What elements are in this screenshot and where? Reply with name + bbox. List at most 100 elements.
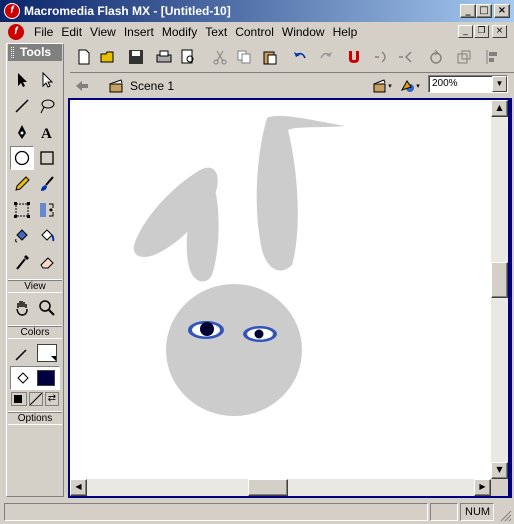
undo-button[interactable]: [290, 47, 310, 67]
swap-colors-button[interactable]: ⇄: [45, 392, 59, 406]
stroke-color-label: [10, 342, 34, 366]
eyedropper-tool[interactable]: [10, 250, 34, 274]
panel-grip-icon[interactable]: [11, 47, 14, 58]
menu-window[interactable]: Window: [278, 25, 329, 39]
fill-transform-icon: [40, 203, 54, 217]
view-section-label: View: [8, 280, 62, 293]
copy-button[interactable]: [234, 47, 254, 67]
arrow-tool[interactable]: [10, 68, 34, 92]
no-color-icon: [29, 392, 43, 406]
pen-tool[interactable]: [10, 120, 34, 144]
rotate-button[interactable]: [426, 47, 446, 67]
scroll-right-button[interactable]: ▶: [474, 479, 491, 496]
smooth-icon: [375, 51, 386, 63]
fill-transform-tool[interactable]: [35, 198, 59, 222]
doc-restore-button[interactable]: ❐: [474, 25, 489, 38]
align-button[interactable]: [482, 47, 502, 67]
snap-button[interactable]: [344, 47, 364, 67]
new-button[interactable]: [74, 47, 94, 67]
window-title: Macromedia Flash MX - [Untitled-10]: [24, 4, 231, 18]
left-eye-pupil: [200, 322, 214, 336]
horizontal-scroll-thumb[interactable]: [248, 479, 288, 496]
edit-symbols-button[interactable]: ▾: [398, 76, 422, 96]
rectangle-tool[interactable]: [35, 146, 59, 170]
open-folder-icon: [100, 51, 114, 63]
doc-minimize-button[interactable]: _: [458, 25, 473, 38]
right-ear-shape: [256, 115, 345, 271]
chevron-down-icon[interactable]: ▼: [492, 76, 507, 92]
minimize-button[interactable]: _: [460, 4, 476, 18]
hand-icon: [16, 301, 28, 316]
subselect-tool[interactable]: [35, 68, 59, 92]
save-button[interactable]: [126, 47, 146, 67]
oval-tool[interactable]: [10, 146, 34, 170]
doc-close-button[interactable]: ×: [492, 25, 507, 38]
drawing[interactable]: [70, 100, 491, 479]
back-arrow-icon: [76, 81, 88, 91]
scroll-left-button[interactable]: ◀: [70, 479, 87, 496]
clapper-icon: [109, 79, 123, 93]
paint-bucket-tool[interactable]: [35, 224, 59, 248]
new-file-icon: [78, 49, 90, 65]
edit-scene-button[interactable]: ▾: [370, 76, 394, 96]
pencil-tool[interactable]: [10, 172, 34, 196]
smooth-button[interactable]: [372, 47, 392, 67]
menu-bar: f File Edit View Insert Modify Text Control Win…: [0, 22, 514, 42]
maximize-button[interactable]: □: [476, 4, 492, 18]
fill-color-row[interactable]: [10, 366, 60, 390]
text-tool[interactable]: A: [35, 120, 59, 144]
zoom-select[interactable]: 200% ▼: [428, 75, 508, 93]
ink-bottle-tool[interactable]: [10, 224, 34, 248]
close-button[interactable]: ×: [494, 4, 510, 18]
menu-control[interactable]: Control: [231, 25, 278, 39]
menu-text[interactable]: Text: [201, 25, 231, 39]
resize-grip-icon[interactable]: [498, 508, 512, 522]
line-tool[interactable]: [10, 94, 34, 118]
open-button[interactable]: [98, 47, 118, 67]
status-message: [4, 503, 428, 521]
redo-button[interactable]: [316, 47, 336, 67]
eraser-tool[interactable]: [35, 250, 59, 274]
zoom-value: 200%: [432, 78, 458, 89]
menu-modify[interactable]: Modify: [158, 25, 201, 39]
back-button[interactable]: [72, 76, 92, 96]
menu-insert[interactable]: Insert: [120, 25, 158, 39]
print-preview-button[interactable]: [178, 47, 198, 67]
horizontal-scrollbar[interactable]: ◀ ▶: [70, 479, 491, 496]
black-white-button[interactable]: [11, 392, 27, 406]
no-color-button[interactable]: [29, 392, 43, 406]
fill-bucket-icon: [17, 372, 29, 384]
document-icon[interactable]: f: [8, 24, 24, 40]
arrow-icon: [18, 73, 27, 87]
arrow-up-icon: ▲: [496, 103, 503, 112]
vertical-scroll-thumb[interactable]: [491, 262, 508, 298]
brush-tool[interactable]: [35, 172, 59, 196]
cut-button[interactable]: [210, 47, 230, 67]
tools-header[interactable]: Tools: [8, 44, 62, 61]
flash-logo-icon[interactable]: f: [4, 3, 20, 19]
arrow-left-icon: ◀: [75, 482, 82, 491]
free-transform-tool[interactable]: [10, 198, 34, 222]
hand-tool[interactable]: [10, 296, 34, 320]
stroke-color-swatch[interactable]: [37, 344, 57, 362]
scroll-down-button[interactable]: ▼: [491, 462, 508, 479]
print-button[interactable]: [154, 47, 174, 67]
black-white-icon: [14, 395, 22, 403]
zoom-tool[interactable]: [35, 296, 59, 320]
paste-button[interactable]: [260, 47, 280, 67]
menu-view[interactable]: View: [86, 25, 120, 39]
menu-edit[interactable]: Edit: [57, 25, 86, 39]
menu-help[interactable]: Help: [329, 25, 362, 39]
scene-label: Scene 1: [130, 79, 175, 93]
straighten-button[interactable]: [396, 47, 416, 67]
vertical-scrollbar[interactable]: ▲ ▼: [491, 100, 508, 479]
scroll-up-button[interactable]: ▲: [491, 100, 508, 117]
fill-color-swatch[interactable]: [37, 370, 55, 386]
title-bar[interactable]: f Macromedia Flash MX - [Untitled-10] _ …: [0, 0, 514, 22]
scale-button[interactable]: [454, 47, 474, 67]
lasso-tool[interactable]: [35, 94, 59, 118]
minimize-icon: _: [465, 5, 471, 16]
stage-canvas[interactable]: [70, 100, 491, 479]
edit-symbols-icon: [401, 80, 415, 92]
menu-file[interactable]: File: [30, 25, 57, 39]
